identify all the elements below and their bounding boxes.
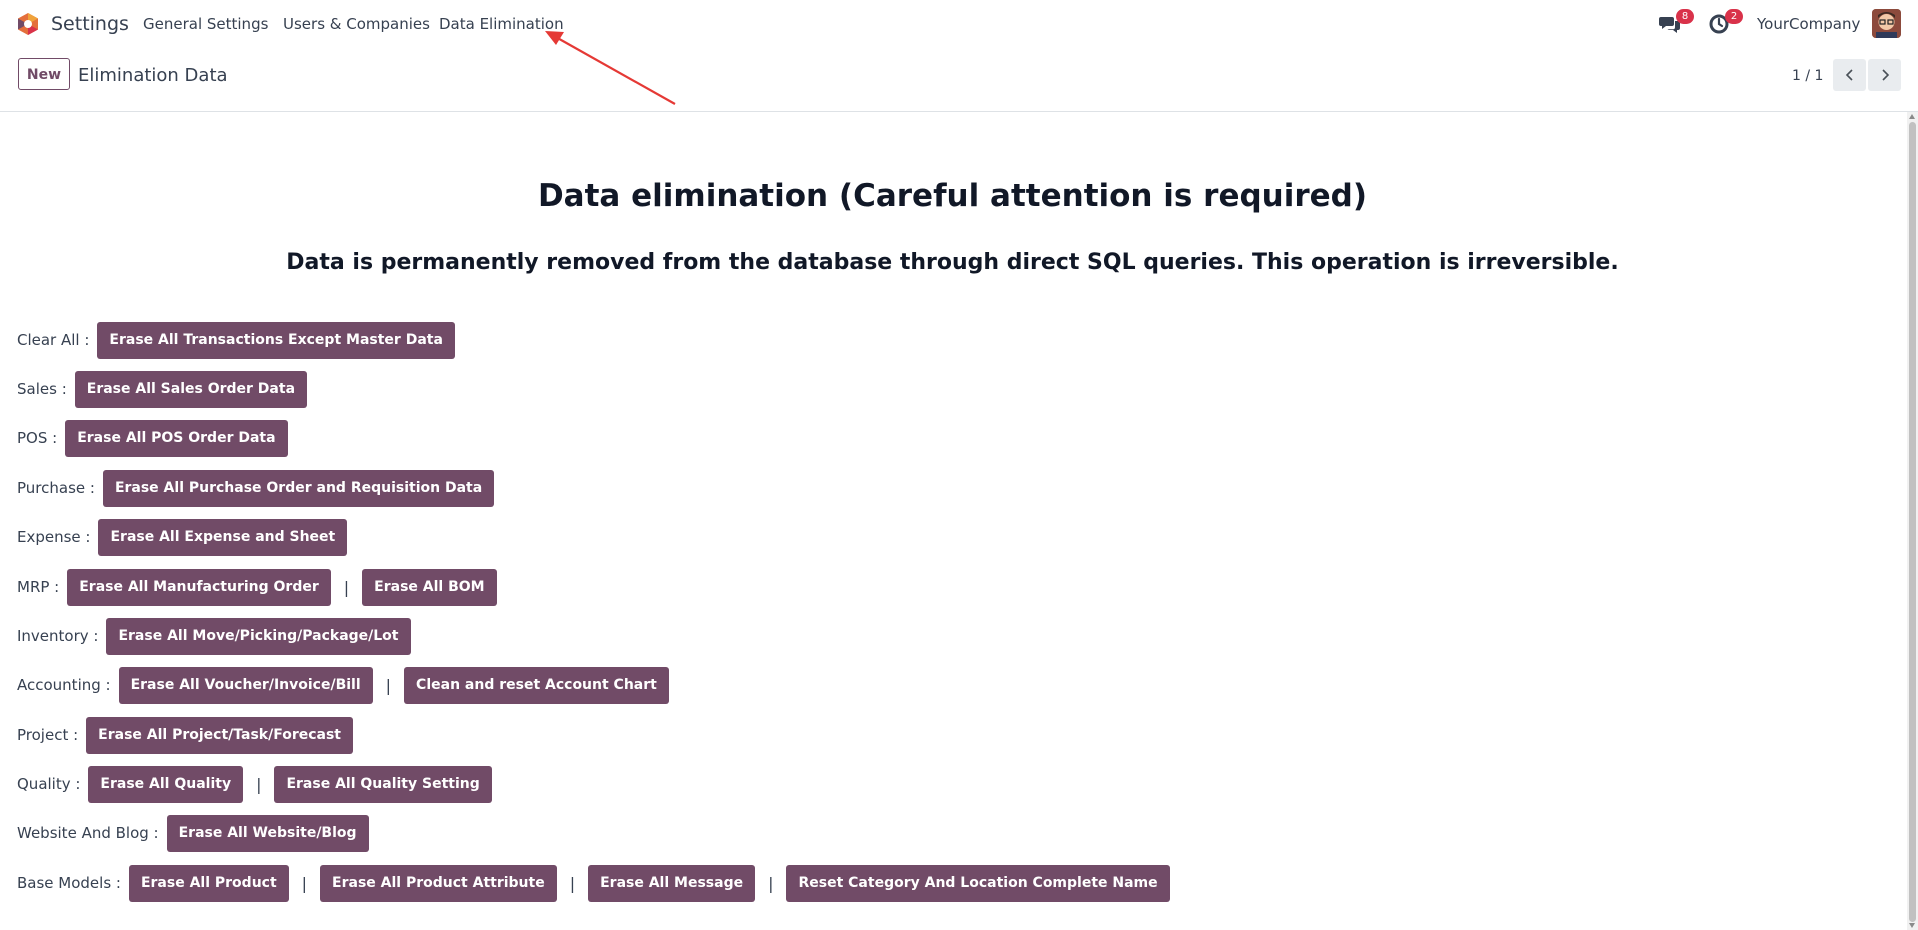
separator: | <box>768 873 774 893</box>
row-label-inventory: Inventory : <box>17 627 99 645</box>
row-pos: POS : Erase All POS Order Data <box>17 419 288 457</box>
control-panel: New Elimination Data 1 / 1 <box>0 46 1918 112</box>
vertical-scrollbar[interactable] <box>1907 112 1918 930</box>
reset-category-location-button[interactable]: Reset Category And Location Complete Nam… <box>786 864 1170 902</box>
row-sales: Sales : Erase All Sales Order Data <box>17 370 308 408</box>
top-navbar: Settings General Settings Users & Compan… <box>0 0 1918 46</box>
breadcrumb-title: Elimination Data <box>78 65 228 86</box>
menu-general-settings[interactable]: General Settings <box>143 15 268 33</box>
pager-next-button[interactable] <box>1868 59 1901 91</box>
erase-product-attribute-button[interactable]: Erase All Product Attribute <box>320 864 557 902</box>
row-label-accounting: Accounting : <box>17 676 111 694</box>
row-label-project: Project : <box>17 726 79 744</box>
chevron-right-icon <box>1881 69 1889 81</box>
erase-manufacturing-order-button[interactable]: Erase All Manufacturing Order <box>67 568 331 606</box>
avatar[interactable] <box>1872 9 1901 38</box>
company-switcher[interactable]: YourCompany <box>1757 15 1860 33</box>
row-label-pos: POS : <box>17 429 58 447</box>
row-label-expense: Expense : <box>17 528 91 546</box>
erase-pos-order-button[interactable]: Erase All POS Order Data <box>65 419 288 457</box>
separator: | <box>343 577 350 597</box>
main-content: Data elimination (Careful attention is r… <box>0 112 1905 930</box>
row-label-base-models: Base Models : <box>17 874 121 892</box>
user-avatar-icon <box>1872 9 1901 38</box>
app-name[interactable]: Settings <box>51 13 129 35</box>
separator: | <box>301 873 308 893</box>
scroll-up-arrow-icon[interactable] <box>1909 114 1915 119</box>
menu-users-companies[interactable]: Users & Companies <box>283 15 430 33</box>
scroll-down-arrow-icon[interactable] <box>1909 923 1915 928</box>
erase-all-transactions-button[interactable]: Erase All Transactions Except Master Dat… <box>97 321 455 359</box>
messages-badge: 8 <box>1676 9 1694 24</box>
row-accounting: Accounting : Erase All Voucher/Invoice/B… <box>17 666 669 704</box>
page-subtitle: Data is permanently removed from the dat… <box>286 250 1619 275</box>
pager-previous-button[interactable] <box>1833 59 1866 91</box>
erase-purchase-order-button[interactable]: Erase All Purchase Order and Requisition… <box>102 469 495 507</box>
erase-sales-order-button[interactable]: Erase All Sales Order Data <box>74 370 308 408</box>
erase-bom-button[interactable]: Erase All BOM <box>362 568 497 606</box>
annotation-arrow-icon <box>545 31 676 105</box>
new-button[interactable]: New <box>18 58 70 90</box>
page-title: Data elimination (Careful attention is r… <box>537 178 1368 214</box>
row-expense: Expense : Erase All Expense and Sheet <box>17 518 348 556</box>
erase-message-button[interactable]: Erase All Message <box>588 864 756 902</box>
row-quality: Quality : Erase All Quality | Erase All … <box>17 765 492 803</box>
erase-move-picking-button[interactable]: Erase All Move/Picking/Package/Lot <box>106 617 411 655</box>
scrollbar-thumb[interactable] <box>1909 122 1916 922</box>
erase-expense-button[interactable]: Erase All Expense and Sheet <box>98 518 348 556</box>
reset-account-chart-button[interactable]: Clean and reset Account Chart <box>404 666 669 704</box>
erase-project-task-button[interactable]: Erase All Project/Task/Forecast <box>86 716 353 754</box>
erase-website-blog-button[interactable]: Erase All Website/Blog <box>166 814 369 852</box>
separator: | <box>256 774 262 794</box>
chevron-left-icon <box>1845 69 1853 81</box>
row-label-sales: Sales : <box>17 380 67 398</box>
row-clear-all: Clear All : Erase All Transactions Excep… <box>17 321 455 359</box>
row-label-quality: Quality : <box>17 775 81 793</box>
separator: | <box>385 675 392 695</box>
messages-button[interactable]: 8 <box>1658 9 1694 36</box>
row-label-purchase: Purchase : <box>17 479 95 497</box>
erase-quality-setting-button[interactable]: Erase All Quality Setting <box>274 765 492 803</box>
odoo-logo-icon[interactable] <box>16 12 40 36</box>
erase-product-button[interactable]: Erase All Product <box>128 864 289 902</box>
row-label-mrp: MRP : <box>17 578 60 596</box>
pager-value[interactable]: 1 / 1 <box>1792 68 1823 84</box>
row-project: Project : Erase All Project/Task/Forecas… <box>17 716 353 754</box>
row-inventory: Inventory : Erase All Move/Picking/Packa… <box>17 617 411 655</box>
row-purchase: Purchase : Erase All Purchase Order and … <box>17 469 495 507</box>
row-label-clear-all: Clear All : <box>17 331 90 349</box>
row-mrp: MRP : Erase All Manufacturing Order | Er… <box>17 568 497 606</box>
erase-voucher-invoice-button[interactable]: Erase All Voucher/Invoice/Bill <box>118 666 373 704</box>
separator: | <box>569 873 576 893</box>
row-base-models: Base Models : Erase All Product | Erase … <box>17 864 1170 902</box>
activities-badge: 2 <box>1725 9 1743 24</box>
row-label-website-blog: Website And Blog : <box>17 824 159 842</box>
activities-button[interactable]: 2 <box>1707 9 1743 36</box>
erase-quality-button[interactable]: Erase All Quality <box>88 765 244 803</box>
row-website-blog: Website And Blog : Erase All Website/Blo… <box>17 814 369 852</box>
